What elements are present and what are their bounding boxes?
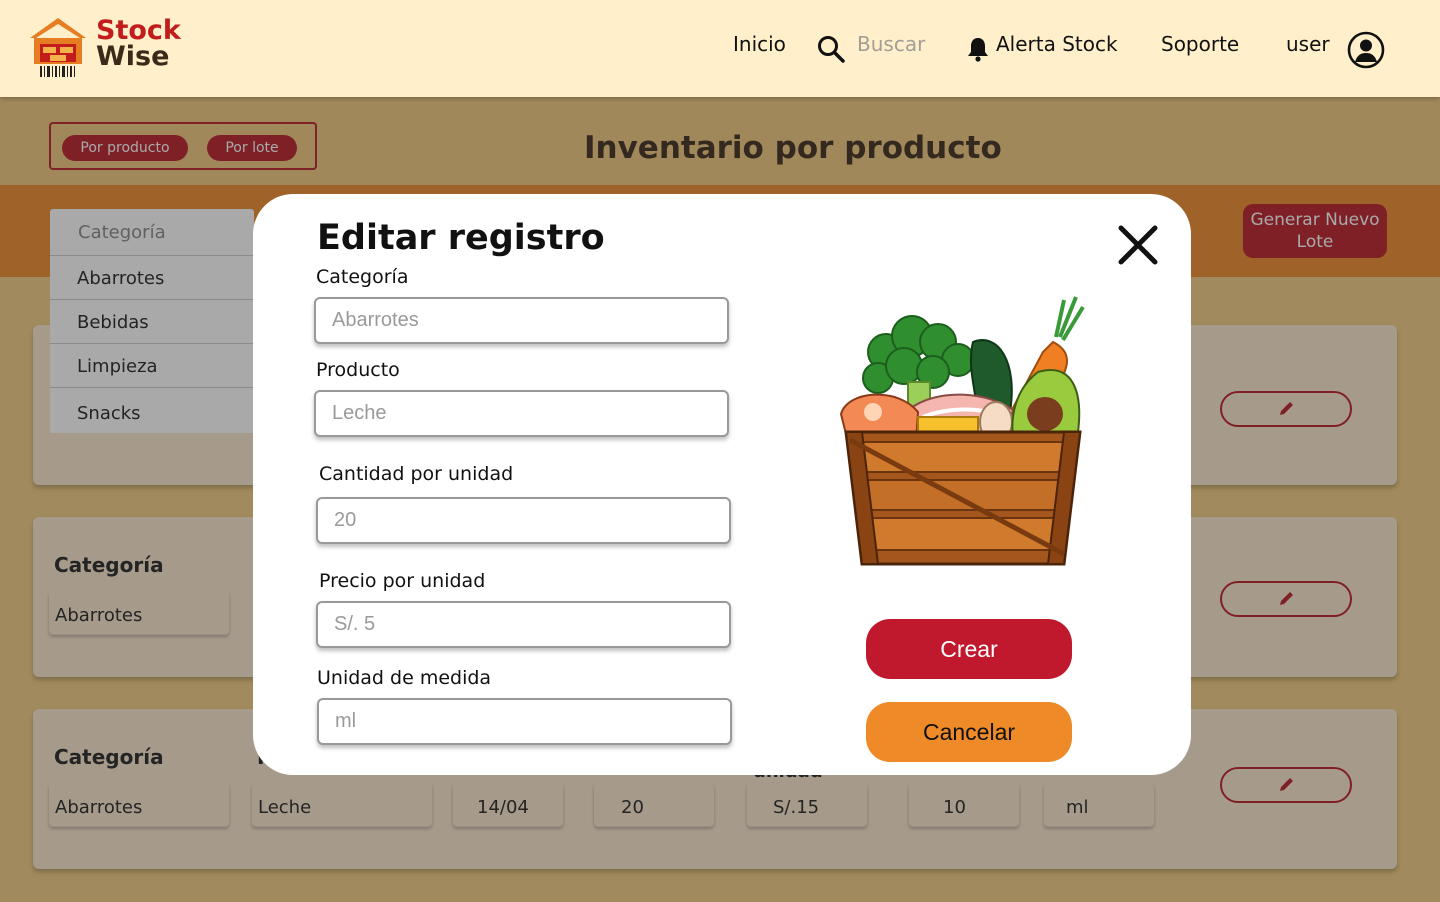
nav-support-link[interactable]: Soporte bbox=[1161, 32, 1239, 56]
unit-input[interactable] bbox=[317, 698, 732, 745]
product-field-label: Producto bbox=[316, 359, 400, 381]
warehouse-icon bbox=[30, 18, 86, 77]
edit-record-modal: Editar registro Categoría Producto Canti… bbox=[253, 194, 1191, 775]
user-label[interactable]: user bbox=[1286, 32, 1330, 56]
user-avatar-icon[interactable] bbox=[1347, 31, 1385, 69]
close-icon[interactable] bbox=[1115, 222, 1161, 268]
unit-field-label: Unidad de medida bbox=[317, 667, 492, 689]
nav-stock-alert-link[interactable]: Alerta Stock bbox=[996, 32, 1118, 56]
category-field-label: Categoría bbox=[316, 266, 409, 288]
search-input[interactable]: Buscar bbox=[857, 32, 925, 56]
category-input[interactable] bbox=[314, 297, 729, 344]
bell-icon bbox=[968, 38, 988, 62]
nav-home-link[interactable]: Inicio bbox=[733, 32, 786, 56]
brand-name: Stock Wise bbox=[96, 17, 181, 72]
price-input[interactable] bbox=[316, 601, 731, 648]
quantity-input[interactable] bbox=[316, 497, 731, 544]
grocery-crate-illustration bbox=[839, 296, 1085, 566]
price-field-label: Precio por unidad bbox=[319, 570, 486, 592]
create-button[interactable]: Crear bbox=[866, 619, 1072, 679]
search-icon[interactable] bbox=[817, 35, 847, 63]
product-input[interactable] bbox=[314, 390, 729, 437]
cancel-button[interactable]: Cancelar bbox=[866, 702, 1072, 762]
quantity-field-label: Cantidad por unidad bbox=[319, 463, 514, 485]
stockwise-logo[interactable]: Stock Wise bbox=[28, 14, 188, 80]
brand-line-2: Wise bbox=[96, 41, 170, 72]
top-navbar: Stock Wise Inicio Buscar Alerta Stock So… bbox=[0, 0, 1440, 97]
modal-title: Editar registro bbox=[317, 218, 605, 258]
